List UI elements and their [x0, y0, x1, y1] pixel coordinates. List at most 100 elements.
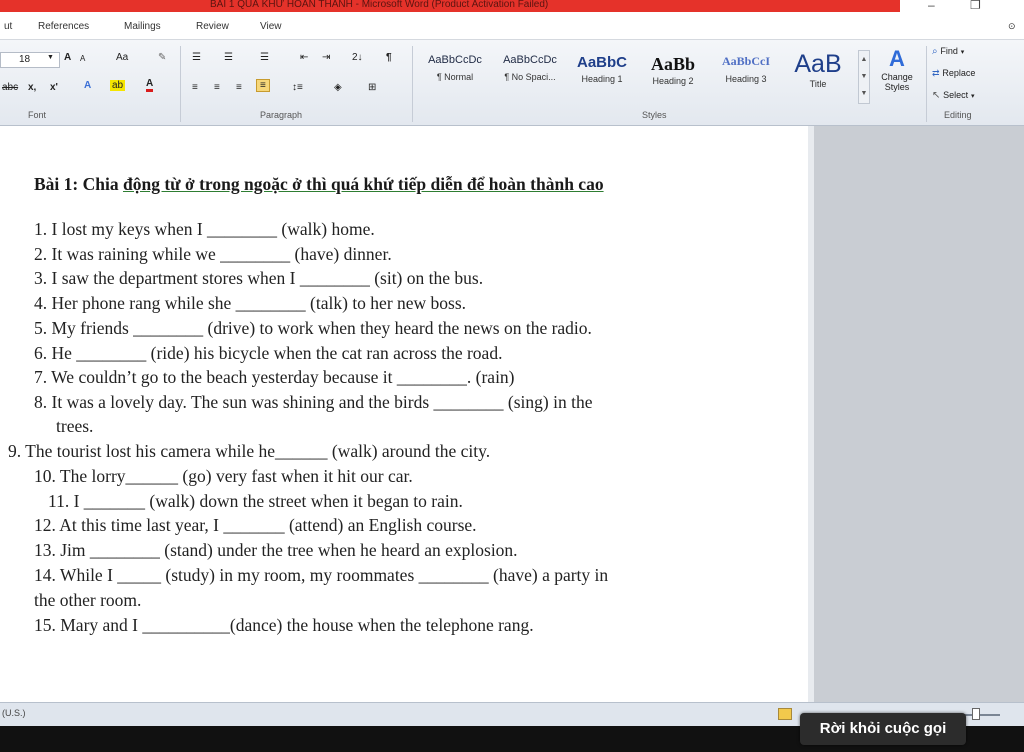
font-size-value: 18 — [19, 54, 31, 65]
binoculars-icon: ⌕ — [932, 46, 938, 57]
word-window: BÀI 1 QUÁ KHỨ HOÀN THÀNH - Microsoft Wor… — [0, 0, 1024, 752]
cursor-icon: ↖ — [932, 90, 941, 101]
line-spacing-icon[interactable]: ↕≡ — [292, 82, 303, 93]
minimize-button[interactable]: – — [928, 0, 935, 12]
question-line-continued: the other room. — [34, 590, 142, 610]
style-name: Heading 2 — [652, 76, 694, 86]
font-size-box[interactable]: 18 ▼ — [0, 52, 60, 68]
align-center-icon[interactable]: ≡ — [214, 82, 220, 93]
style-sample: AaBb — [650, 54, 695, 74]
change-styles-button[interactable]: A Change Styles — [874, 46, 920, 108]
superscript-button[interactable]: x' — [50, 82, 58, 93]
replace-icon: ⇄ — [932, 68, 940, 78]
change-styles-label: Change Styles — [881, 72, 913, 92]
question-line: 5. My friends ________ (drive) to work w… — [34, 318, 592, 338]
shrink-font-button[interactable]: A — [80, 54, 85, 63]
language-indicator[interactable]: (U.S.) — [2, 708, 26, 718]
style-sample: AaBbCcDc — [503, 54, 557, 66]
style-sample: AaBbCcI — [721, 54, 770, 68]
select-button[interactable]: ↖ Select ▾ — [932, 90, 974, 101]
document-page[interactable]: Bài 1: Chia động từ ở trong ngoặc ở thì … — [0, 126, 808, 706]
question-line: 14. While I _____ (study) in my room, my… — [34, 565, 609, 585]
shading-icon[interactable]: ◈ — [334, 82, 342, 93]
sort-button[interactable]: 2↓ — [352, 52, 363, 63]
question-line: 4. Her phone rang while she ________ (ta… — [34, 293, 467, 313]
decrease-indent-icon[interactable]: ⇤ — [300, 52, 308, 63]
help-icon[interactable]: ⊙ — [1008, 21, 1016, 32]
style-sample: AaBbCcDc — [428, 54, 482, 66]
numbering-icon[interactable]: ☰ — [224, 52, 233, 63]
font-group-label: Font — [28, 110, 47, 120]
print-layout-icon[interactable] — [778, 708, 792, 720]
style-name: ¶ Normal — [436, 72, 474, 82]
ribbon: 18 ▼ A A Aa ✎ abc x, x' A ab A Font ☰ ☰ … — [0, 40, 1024, 126]
chevron-down-icon: ▾ — [960, 49, 965, 56]
paragraph-group-label: Paragraph — [260, 110, 303, 120]
strikethrough-button[interactable]: abc — [2, 82, 18, 93]
style-heading-1[interactable]: AaBbC Heading 1 — [568, 50, 636, 98]
style-name: ¶ No Spaci... — [504, 72, 556, 82]
text-effects-icon[interactable]: A — [84, 80, 91, 91]
style-heading-3[interactable]: AaBbCcI Heading 3 — [712, 50, 780, 98]
document-area: Bài 1: Chia động từ ở trong ngoặc ở thì … — [0, 126, 1024, 706]
question-line: 10. The lorry______ (go) very fast when … — [34, 466, 413, 486]
question-line: 9. The tourist lost his camera while he_… — [8, 441, 491, 461]
replace-label: Replace — [942, 68, 976, 78]
heading-underlined: động từ ở trong ngoặc ở thì quá khứ tiếp… — [122, 174, 604, 194]
multilevel-list-icon[interactable]: ☰ — [260, 52, 269, 63]
divider — [180, 46, 181, 122]
tab-review[interactable]: Review — [196, 21, 229, 32]
title-bar: BÀI 1 QUÁ KHỨ HOÀN THÀNH - Microsoft Wor… — [0, 0, 1024, 14]
find-button[interactable]: ⌕ Find ▾ — [932, 46, 964, 57]
style-sample: AaBbC — [576, 54, 627, 71]
style-title[interactable]: AaB Title — [784, 50, 852, 98]
divider — [412, 46, 413, 122]
question-line: 6. He ________ (ride) his bicycle when t… — [34, 343, 503, 363]
style-no-spacing[interactable]: AaBbCcDc ¶ No Spaci... — [494, 50, 566, 98]
font-color-icon[interactable]: A — [146, 78, 154, 92]
exercise-heading: Bài 1: Chia động từ ở trong ngoặc ở thì … — [34, 174, 604, 195]
restore-button[interactable]: ❐ — [970, 0, 981, 12]
style-name: Title — [809, 79, 827, 89]
styles-group-label: Styles — [642, 110, 667, 120]
tab-view[interactable]: View — [260, 21, 282, 32]
replace-button[interactable]: ⇄ Replace — [932, 68, 975, 79]
question-line: 11. I _______ (walk) down the street whe… — [48, 491, 463, 511]
clear-format-icon[interactable]: ✎ — [158, 52, 166, 63]
leave-call-button[interactable]: Rời khỏi cuộc gọi — [800, 713, 966, 745]
styles-scroll[interactable]: ▲ ▼ ▼ — [858, 50, 870, 104]
tab-layout[interactable]: ut — [4, 21, 12, 32]
subscript-button[interactable]: x, — [28, 82, 36, 93]
increase-indent-icon[interactable]: ⇥ — [322, 52, 330, 63]
style-name: Heading 3 — [725, 74, 767, 84]
chevron-down-icon: ▾ — [970, 93, 975, 100]
borders-icon[interactable]: ⊞ — [368, 82, 376, 93]
question-line: 1. I lost my keys when I ________ (walk)… — [34, 219, 375, 239]
heading-prefix: Bài 1: Chia — [34, 174, 123, 194]
tab-references[interactable]: References — [38, 21, 89, 32]
style-heading-2[interactable]: AaBb Heading 2 — [640, 50, 706, 98]
bullets-icon[interactable]: ☰ — [192, 52, 201, 63]
question-line-continued: trees. — [56, 416, 94, 436]
select-label: Select — [943, 90, 969, 100]
chevron-down-icon: ▼ — [47, 54, 54, 61]
question-line: 13. Jim ________ (stand) under the tree … — [34, 540, 518, 560]
grow-font-button[interactable]: A — [64, 52, 71, 63]
divider — [926, 46, 927, 122]
align-left-icon[interactable]: ≡ — [192, 82, 198, 93]
change-case-button[interactable]: Aa — [116, 52, 128, 63]
highlight-icon[interactable]: ab — [110, 80, 126, 91]
find-label: Find — [940, 46, 958, 56]
question-line: 7. We couldn’t go to the beach yesterday… — [34, 367, 515, 387]
window-title: BÀI 1 QUÁ KHỨ HOÀN THÀNH - Microsoft Wor… — [210, 0, 549, 10]
question-line: 12. At this time last year, I _______ (a… — [34, 515, 477, 535]
align-right-icon[interactable]: ≡ — [236, 82, 242, 93]
ribbon-tabs: ut References Mailings Review View ⊙ — [0, 14, 1024, 40]
change-styles-icon: A — [889, 46, 905, 71]
zoom-slider-thumb[interactable] — [972, 708, 980, 720]
tab-mailings[interactable]: Mailings — [124, 21, 161, 32]
justify-icon[interactable]: ≡ — [256, 79, 270, 92]
style-normal[interactable]: AaBbCcDc ¶ Normal — [420, 50, 490, 98]
pilcrow-button[interactable]: ¶ — [386, 52, 392, 63]
vertical-scrollbar[interactable] — [808, 126, 814, 702]
